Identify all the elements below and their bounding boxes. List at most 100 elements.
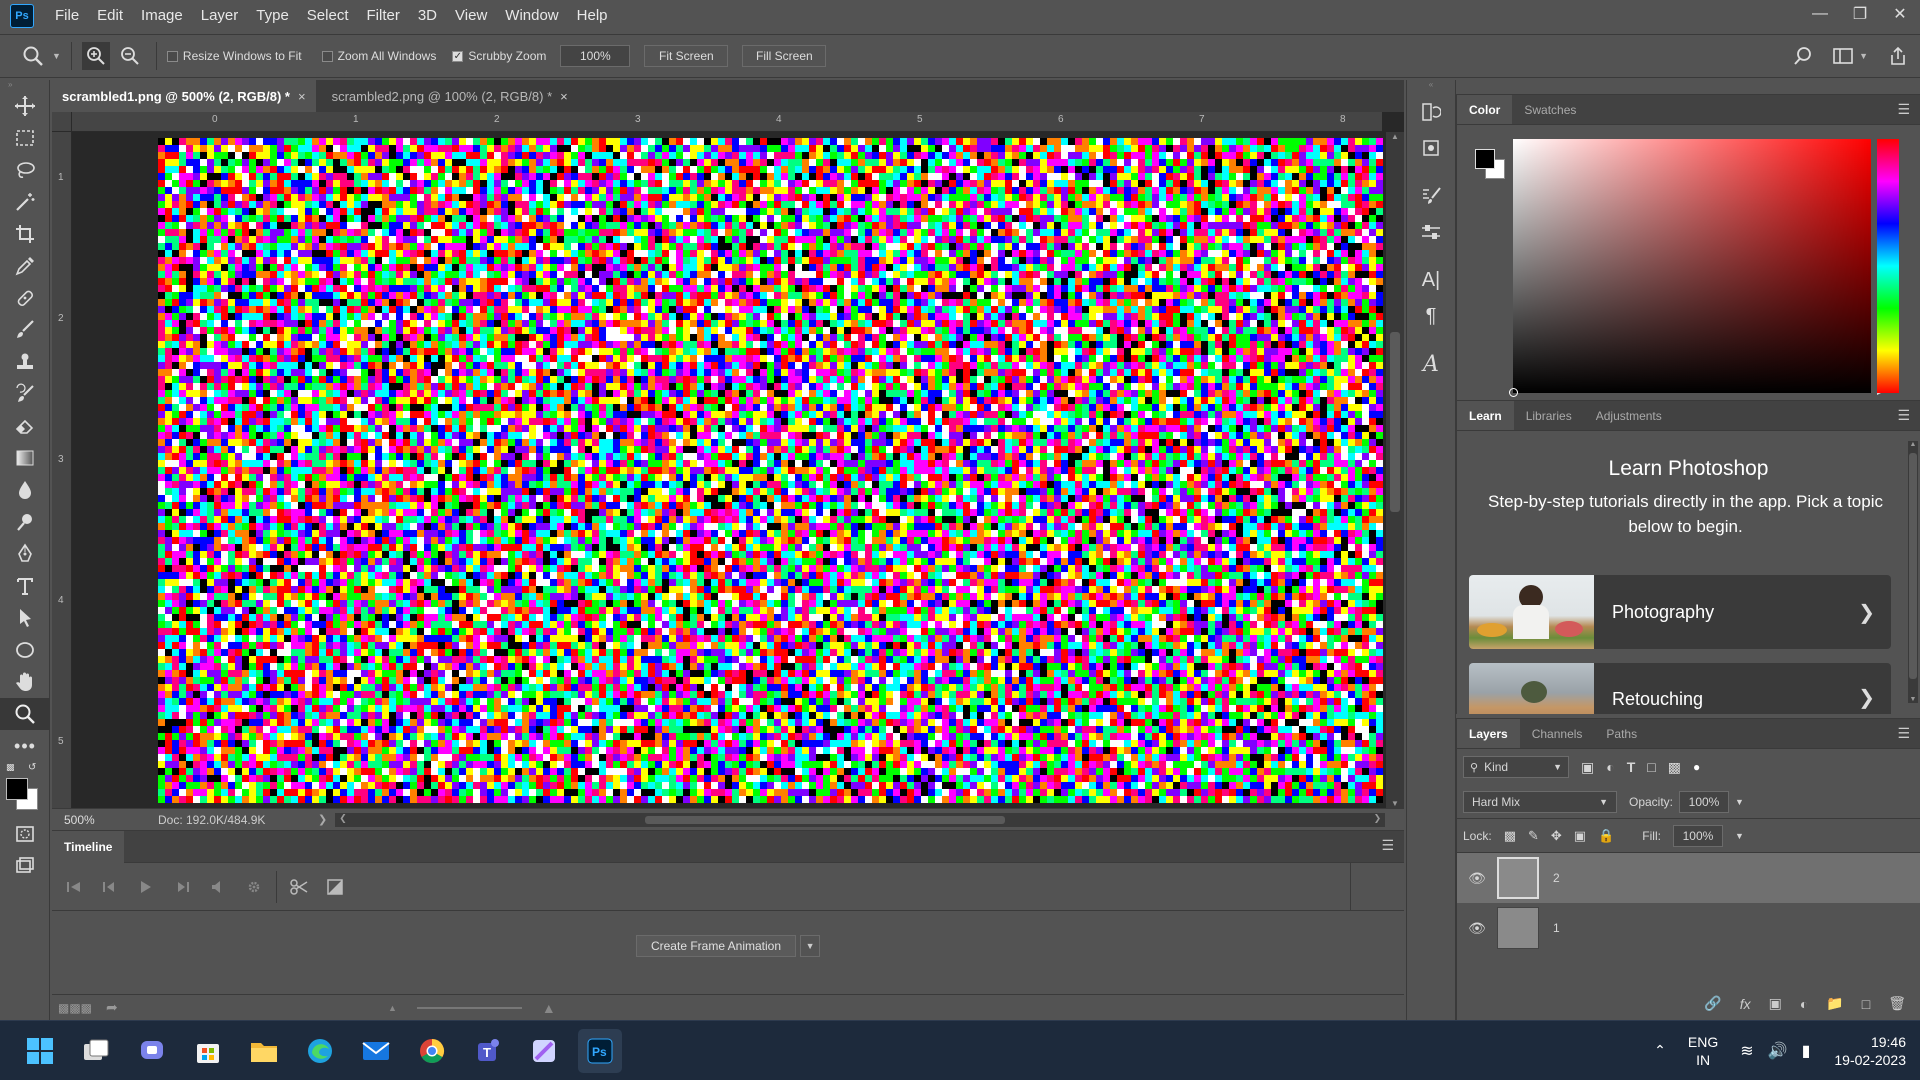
tab-learn[interactable]: Learn xyxy=(1457,401,1514,430)
lock-transparency-icon[interactable]: ▩ xyxy=(1504,828,1516,844)
ellipse-tool-icon[interactable] xyxy=(0,634,50,666)
scroll-down-icon[interactable]: ▼ xyxy=(1386,799,1404,808)
delete-layer-trash-icon[interactable]: 🗑 xyxy=(1888,995,1906,1012)
swap-colors-icon[interactable]: ↺ xyxy=(28,762,36,773)
task-view-icon[interactable] xyxy=(74,1029,118,1073)
foreground-color-swatch[interactable] xyxy=(1475,149,1495,169)
lasso-tool-icon[interactable] xyxy=(0,154,50,186)
vertical-scrollbar[interactable]: ▲ ▼ xyxy=(1386,132,1404,808)
system-clock[interactable]: 19:46 19-02-2023 xyxy=(1834,1033,1906,1069)
file-explorer-icon[interactable] xyxy=(242,1029,286,1073)
menu-3d[interactable]: 3D xyxy=(409,0,446,32)
scroll-right-icon[interactable]: ❯ xyxy=(1374,813,1382,824)
stamp-tool-icon[interactable] xyxy=(0,346,50,378)
edge-browser-icon[interactable] xyxy=(298,1029,342,1073)
link-layers-icon[interactable]: 🔗 xyxy=(1704,995,1721,1012)
pen-tool-icon[interactable] xyxy=(0,538,50,570)
image-canvas[interactable] xyxy=(158,138,1383,803)
ruler-origin[interactable] xyxy=(52,112,72,132)
resize-windows-checkbox[interactable]: Resize Windows to Fit xyxy=(166,49,302,63)
panel-menu-icon[interactable]: ☰ xyxy=(1381,837,1394,854)
show-hidden-icons-chevron-icon[interactable]: ⌃ xyxy=(1654,1042,1666,1059)
topic-retouching-card[interactable]: Retouching ❯ xyxy=(1469,663,1891,714)
lock-position-icon[interactable]: ✥ xyxy=(1551,828,1562,844)
layer-filter-kind-dropdown[interactable]: ⚲ Kind ▼ xyxy=(1463,756,1569,778)
eraser-tool-icon[interactable] xyxy=(0,410,50,442)
tab-paths[interactable]: Paths xyxy=(1594,719,1649,748)
first-frame-icon[interactable] xyxy=(56,869,92,905)
scroll-up-icon[interactable]: ▲ xyxy=(1386,132,1404,141)
quick-mask-icon[interactable] xyxy=(0,818,50,850)
horizontal-ruler[interactable]: 0 1 2 3 4 5 6 7 8 xyxy=(72,112,1382,132)
menu-type[interactable]: Type xyxy=(247,0,298,32)
scroll-down-icon[interactable]: ▼ xyxy=(1908,696,1918,703)
search-icon[interactable] xyxy=(1793,46,1813,66)
split-scissors-icon[interactable] xyxy=(281,869,317,905)
brush-tool-icon[interactable] xyxy=(0,314,50,346)
frame-view-icon[interactable]: ▩▩▩ xyxy=(58,1001,92,1015)
settings-gear-icon[interactable] xyxy=(236,869,272,905)
character-panel-icon[interactable]: A| xyxy=(1407,262,1455,298)
audio-icon[interactable] xyxy=(200,869,236,905)
blur-tool-icon[interactable] xyxy=(0,474,50,506)
visibility-eye-icon[interactable]: 👁 xyxy=(1457,920,1497,937)
color-picker-cursor[interactable] xyxy=(1509,388,1518,397)
horizontal-scroll-thumb[interactable] xyxy=(645,815,1006,824)
zoom-tool-icon[interactable] xyxy=(0,698,50,730)
timeline-zoom-slider[interactable] xyxy=(416,1006,522,1009)
eyedropper-tool-icon[interactable] xyxy=(0,250,50,282)
gradient-tool-icon[interactable] xyxy=(0,442,50,474)
next-frame-icon[interactable] xyxy=(164,869,200,905)
new-group-folder-icon[interactable]: 📁 xyxy=(1826,995,1843,1012)
menu-select[interactable]: Select xyxy=(298,0,358,32)
photoshop-taskbar-icon[interactable]: Ps xyxy=(578,1028,622,1073)
transition-icon[interactable] xyxy=(317,869,353,905)
zoom-level-field[interactable]: 500% xyxy=(52,813,148,827)
tab-close-icon[interactable]: × xyxy=(560,89,568,104)
expand-panels-icon[interactable]: « xyxy=(1407,80,1455,94)
vertical-scroll-thumb[interactable] xyxy=(1390,332,1400,512)
collapse-arrows-icon[interactable]: » xyxy=(0,80,49,90)
healing-brush-tool-icon[interactable] xyxy=(0,282,50,314)
tab-libraries[interactable]: Libraries xyxy=(1514,401,1584,430)
fx-icon[interactable]: fx xyxy=(1740,996,1751,1012)
new-layer-icon[interactable]: □ xyxy=(1862,996,1870,1012)
fill-screen-button[interactable]: Fill Screen xyxy=(742,45,827,67)
layer-row-1[interactable]: 👁 1 xyxy=(1457,903,1920,953)
lock-artboard-icon[interactable]: ▣ xyxy=(1574,828,1586,844)
path-selection-tool-icon[interactable] xyxy=(0,602,50,634)
history-brush-tool-icon[interactable] xyxy=(0,378,50,410)
scrubby-zoom-checkbox[interactable]: ✓ Scrubby Zoom xyxy=(452,49,546,63)
input-language-indicator[interactable]: ENG IN xyxy=(1688,1033,1718,1069)
volume-icon[interactable]: 🔊 xyxy=(1768,1041,1788,1061)
adjust-sliders-icon[interactable] xyxy=(1407,214,1455,250)
filter-adjustment-icon[interactable]: ◐ xyxy=(1606,759,1614,775)
add-mask-icon[interactable]: ▣ xyxy=(1769,995,1782,1012)
tab-scrambled1[interactable]: scrambled1.png @ 500% (2, RGB/8) * × xyxy=(52,80,316,112)
zoom-out-timeline-icon[interactable]: ▲ xyxy=(388,1003,397,1013)
tab-layers[interactable]: Layers xyxy=(1457,719,1520,748)
visibility-eye-icon[interactable]: 👁 xyxy=(1457,870,1497,887)
opacity-field[interactable]: 100% xyxy=(1679,790,1730,813)
tab-adjustments[interactable]: Adjustments xyxy=(1584,401,1674,430)
brush-settings-icon[interactable] xyxy=(1407,178,1455,214)
more-tools-icon[interactable]: ••• xyxy=(0,730,50,762)
workspace-switcher[interactable]: ▼ xyxy=(1833,47,1868,65)
tab-color[interactable]: Color xyxy=(1457,95,1513,124)
filter-shape-icon[interactable]: □ xyxy=(1647,759,1655,775)
hand-tool-icon[interactable] xyxy=(0,666,50,698)
microsoft-store-icon[interactable] xyxy=(186,1029,230,1073)
history-panel-icon[interactable] xyxy=(1407,94,1455,130)
fill-field[interactable]: 100% xyxy=(1672,824,1723,847)
blend-mode-dropdown[interactable]: Hard Mix ▼ xyxy=(1463,790,1617,813)
learn-scrollbar[interactable]: ▲ ▼ xyxy=(1908,441,1918,703)
lock-all-icon[interactable]: 🔒 xyxy=(1598,828,1614,844)
menu-filter[interactable]: Filter xyxy=(358,0,409,32)
menu-view[interactable]: View xyxy=(446,0,496,32)
share-icon[interactable] xyxy=(1888,46,1908,66)
hue-slider[interactable] xyxy=(1877,139,1899,393)
menu-file[interactable]: File xyxy=(46,0,88,32)
teams-icon[interactable]: T xyxy=(466,1029,510,1073)
mail-icon[interactable] xyxy=(354,1029,398,1073)
chrome-browser-icon[interactable] xyxy=(410,1029,454,1073)
